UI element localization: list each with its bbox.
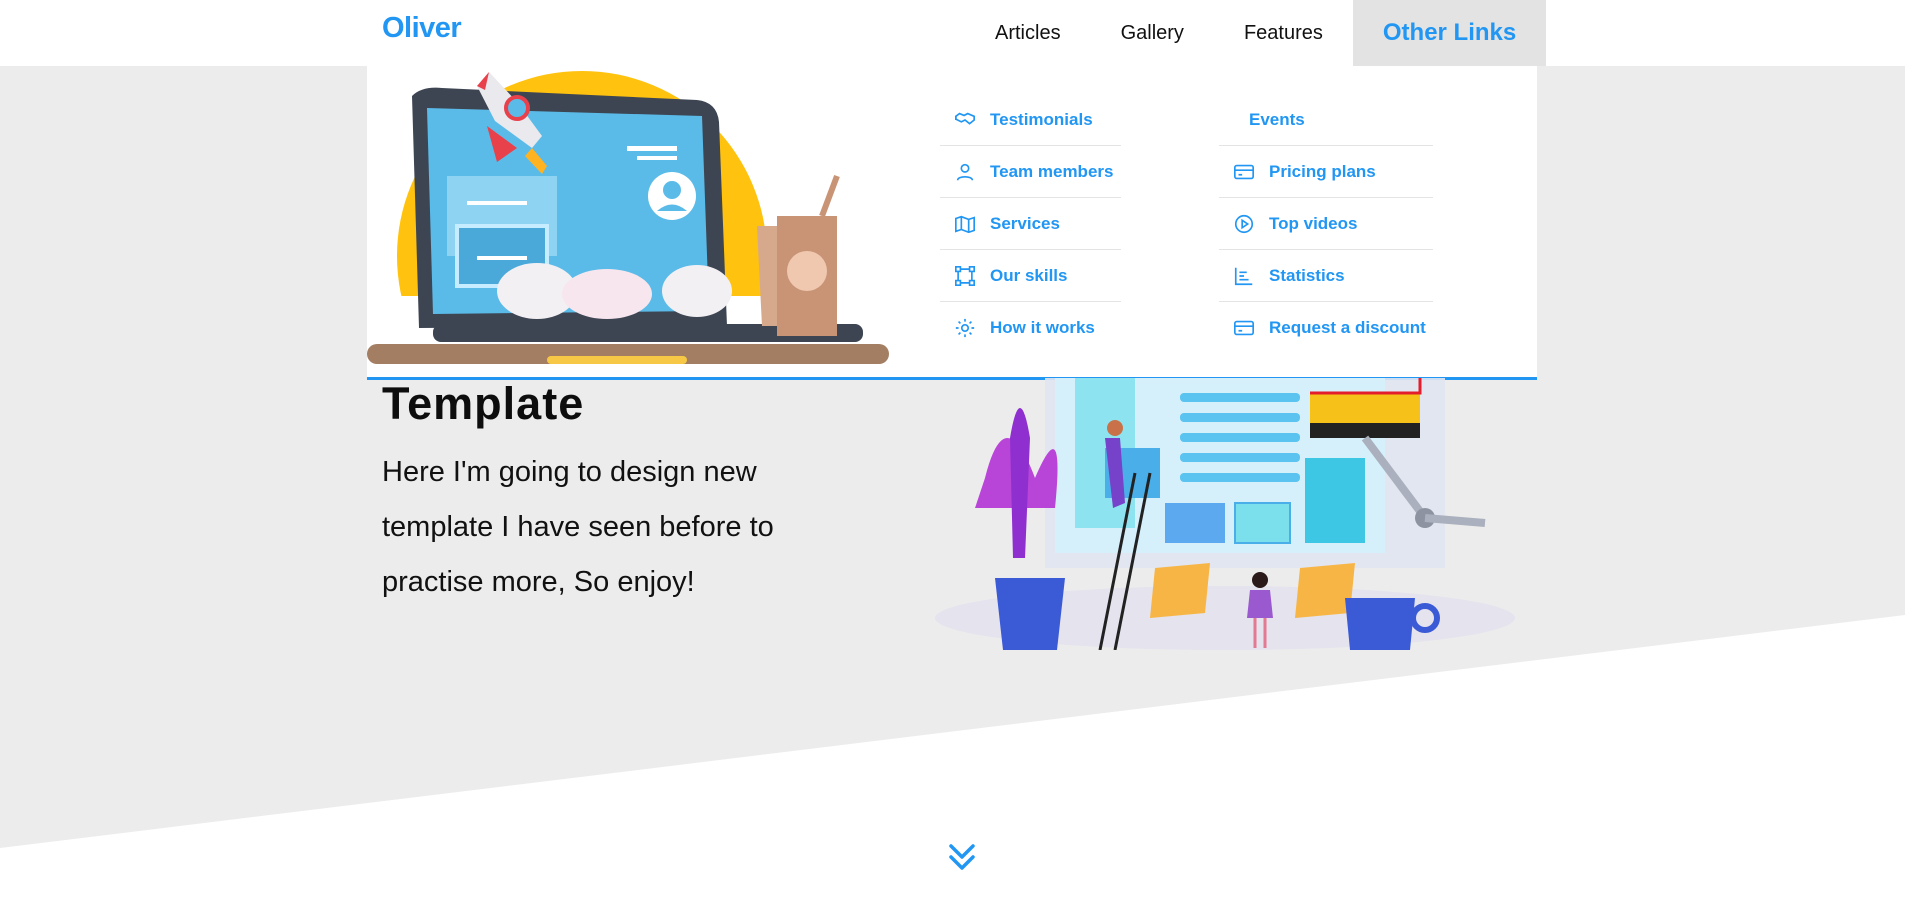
user-icon xyxy=(954,161,976,183)
menu-link-our-skills[interactable]: Our skills xyxy=(940,250,1121,302)
menu-link-events[interactable]: Events xyxy=(1219,94,1433,146)
main-nav: Articles Gallery Features Other Links xyxy=(965,0,1547,66)
nav-articles[interactable]: Articles xyxy=(965,0,1091,66)
nav-other-links[interactable]: Other Links xyxy=(1352,0,1547,66)
menu-link-label: Statistics xyxy=(1269,265,1345,285)
mega-menu: Testimonials Team members Services Our s… xyxy=(367,66,1537,380)
logo[interactable]: Oliver xyxy=(382,12,462,45)
nav-features[interactable]: Features xyxy=(1214,0,1353,66)
menu-link-services[interactable]: Services xyxy=(940,198,1121,250)
menu-link-label: Services xyxy=(990,213,1060,233)
chevrons-down-icon[interactable] xyxy=(946,840,978,874)
handshake-icon xyxy=(954,109,976,131)
gear-icon xyxy=(954,317,976,339)
menu-link-label: How it works xyxy=(990,317,1095,337)
menu-link-team-members[interactable]: Team members xyxy=(940,146,1121,198)
menu-link-label: Top videos xyxy=(1269,213,1358,233)
menu-link-label: Pricing plans xyxy=(1269,161,1376,181)
menu-link-statistics[interactable]: Statistics xyxy=(1219,250,1433,302)
map-icon xyxy=(954,213,976,235)
menu-link-request-discount[interactable]: Request a discount xyxy=(1219,302,1433,353)
credit-card-icon xyxy=(1233,161,1255,183)
site-header: Oliver Articles Gallery Features Other L… xyxy=(0,0,1905,66)
nav-gallery[interactable]: Gallery xyxy=(1091,0,1214,66)
menu-link-how-it-works[interactable]: How it works xyxy=(940,302,1121,353)
menu-link-label: Our skills xyxy=(990,265,1068,285)
hero-title: Template xyxy=(382,378,585,429)
menu-link-label: Events xyxy=(1249,109,1305,129)
play-circle-icon xyxy=(1233,213,1255,235)
laptop-rocket-illustration xyxy=(367,71,889,377)
chart-bar-icon xyxy=(1233,265,1255,287)
menu-link-label: Testimonials xyxy=(990,109,1093,129)
menu-column-1: Testimonials Team members Services Our s… xyxy=(940,94,1121,353)
credit-card-icon xyxy=(1233,317,1255,339)
menu-link-testimonials[interactable]: Testimonials xyxy=(940,94,1121,146)
menu-link-label: Request a discount xyxy=(1269,317,1426,337)
menu-column-2: Events Pricing plans Top videos Statisti… xyxy=(1219,94,1433,353)
menu-link-top-videos[interactable]: Top videos xyxy=(1219,198,1433,250)
web-design-team-illustration xyxy=(935,378,1515,650)
hero-text: Here I'm going to design new template I … xyxy=(382,456,774,598)
menu-link-label: Team members xyxy=(990,161,1114,181)
menu-link-pricing-plans[interactable]: Pricing plans xyxy=(1219,146,1433,198)
vector-icon xyxy=(954,265,976,287)
